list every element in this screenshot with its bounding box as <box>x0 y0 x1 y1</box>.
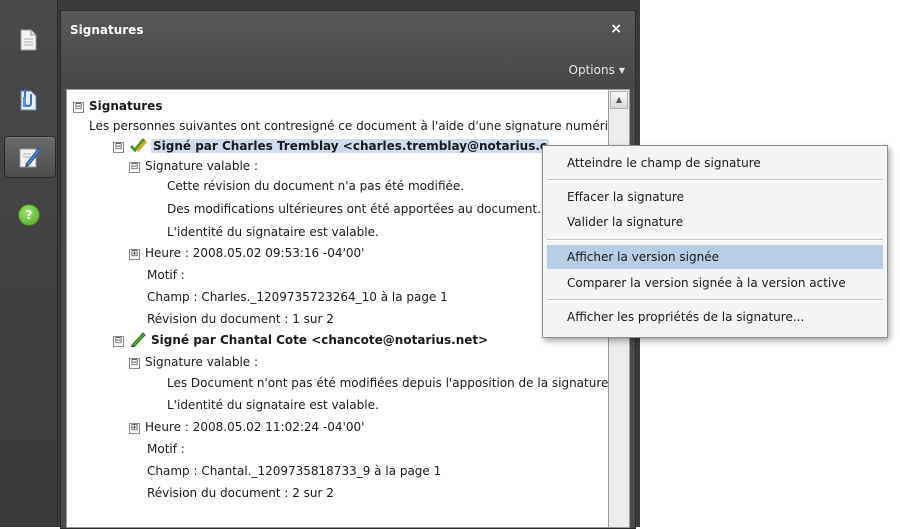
expand-icon[interactable]: ⊞ <box>129 249 140 260</box>
pages-icon <box>20 29 37 51</box>
attachments-button[interactable] <box>10 80 48 120</box>
menu-item-compare-versions[interactable]: Comparer la version signée à la version … <box>547 271 883 295</box>
signature-reason: Motif : <box>147 442 185 456</box>
validity-label: Signature valable : <box>145 355 259 369</box>
signature-node-1[interactable]: ⊟ Signé par Charles Tremblay <charles.tre… <box>113 136 550 156</box>
attachments-icon <box>20 89 37 111</box>
signature-title: Signé par Charles Tremblay <charles.trem… <box>151 139 550 153</box>
signature-reason: Motif : <box>147 268 185 282</box>
signature-revision: Révision du document : 2 sur 2 <box>147 486 334 500</box>
pages-button[interactable] <box>10 20 48 60</box>
tree-intro: Les personnes suivantes ont contresigné … <box>89 119 609 133</box>
validity-label: Signature valable : <box>145 159 259 173</box>
signatures-tree: ⊟ Signatures Les personnes suivantes ont … <box>66 89 609 528</box>
signature-node-2[interactable]: ⊟ Signé par Chantal Cote <chancote@notari… <box>113 330 488 350</box>
signature-validity[interactable]: ⊟ Signature valable : <box>129 352 258 372</box>
menu-item-validate-signature[interactable]: Valider la signature <box>547 210 883 234</box>
pen-signature-icon <box>131 332 146 347</box>
tree-root-label: Signatures <box>89 99 163 113</box>
menu-item-clear-signature[interactable]: Effacer la signature <box>547 185 883 209</box>
collapse-icon[interactable]: ⊟ <box>129 162 140 173</box>
menu-separator <box>547 239 883 241</box>
caret-down-icon: ▼ <box>618 66 625 75</box>
menu-item-goto-field[interactable]: Atteindre le champ de signature <box>547 151 883 175</box>
validity-detail: Cette révision du document n'a pas été m… <box>167 179 465 193</box>
panel-header: Signatures × Options ▼ <box>61 11 635 87</box>
collapse-icon[interactable]: ⊟ <box>73 102 84 113</box>
help-icon: ? <box>18 204 40 226</box>
menu-item-signature-properties[interactable]: Afficher les propriétés de la signature.… <box>547 305 883 329</box>
signatures-icon <box>19 147 42 168</box>
signature-title: Signé par Chantal Cote <chancote@notariu… <box>151 333 489 347</box>
panel-title: Signatures <box>70 23 144 37</box>
signature-field: Champ : Chantal._1209735818733_9 à la pa… <box>147 464 442 478</box>
help-button[interactable]: ? <box>10 195 48 235</box>
navigation-rail: ? <box>0 0 58 527</box>
time-label: Heure : 2008.05.02 11:02:24 -04'00' <box>145 420 365 434</box>
expand-icon[interactable]: ⊞ <box>129 423 140 434</box>
collapse-icon[interactable]: ⊟ <box>129 358 140 369</box>
signature-revision: Révision du document : 1 sur 2 <box>147 312 334 326</box>
tree-root[interactable]: ⊟ Signatures <box>73 96 162 116</box>
options-label: Options <box>568 63 615 77</box>
signature-validity[interactable]: ⊟ Signature valable : <box>129 156 258 176</box>
collapse-icon[interactable]: ⊟ <box>113 336 124 347</box>
time-label: Heure : 2008.05.02 09:53:16 -04'00' <box>145 246 365 260</box>
close-icon[interactable]: × <box>610 21 622 37</box>
signature-time[interactable]: ⊞ Heure : 2008.05.02 11:02:24 -04'00' <box>129 417 364 437</box>
validity-detail: L'identité du signataire est valable. <box>167 398 379 412</box>
validity-detail: Les Document n'ont pas été modifiées dep… <box>167 376 609 390</box>
signature-field: Champ : Charles._1209735723264_10 à la p… <box>147 290 448 304</box>
menu-separator <box>547 179 883 181</box>
valid-signature-icon <box>129 138 147 153</box>
context-menu: Atteindre le champ de signature Effacer … <box>542 145 888 338</box>
validity-detail: L'identité du signataire est valable. <box>167 225 379 239</box>
validity-detail: Des modifications ultérieures ont été ap… <box>167 202 541 216</box>
menu-separator <box>547 299 883 301</box>
signature-time[interactable]: ⊞ Heure : 2008.05.02 09:53:16 -04'00' <box>129 243 364 263</box>
options-menu-button[interactable]: Options ▼ <box>569 63 625 77</box>
signatures-button[interactable] <box>4 136 56 178</box>
scroll-up-arrow-icon[interactable]: ▲ <box>610 91 628 109</box>
menu-item-view-signed-version[interactable]: Afficher la version signée <box>547 245 883 269</box>
collapse-icon[interactable]: ⊟ <box>113 142 124 153</box>
